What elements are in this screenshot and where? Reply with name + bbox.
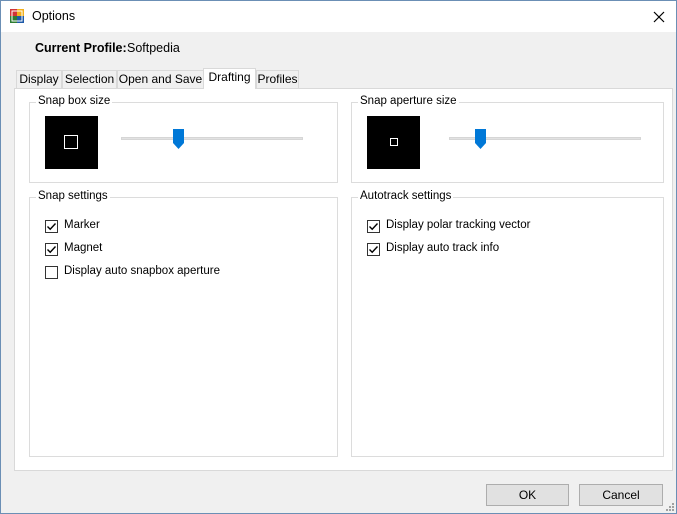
auto-snapbox-aperture-checkbox[interactable] — [45, 266, 58, 279]
drafting-tab-panel: Snap box size Snap aperture size Snap se… — [14, 88, 673, 471]
checkmark-icon — [47, 223, 57, 231]
snap-aperture-slider-thumb[interactable] — [475, 129, 486, 149]
options-window: Options Current Profile: Softpedia Displ… — [0, 0, 677, 514]
snap-aperture-size-title: Snap aperture size — [358, 95, 459, 107]
window-title: Options — [32, 9, 76, 23]
resize-grip-icon[interactable] — [664, 501, 674, 511]
snap-box-slider-track[interactable] — [121, 137, 303, 140]
tab-selection[interactable]: Selection — [62, 70, 117, 88]
current-profile-label: Current Profile: — [35, 41, 127, 55]
options-app-icon — [10, 9, 24, 23]
auto-track-info-checkbox[interactable] — [367, 243, 380, 256]
autotrack-settings-title: Autotrack settings — [358, 190, 454, 202]
polar-tracking-label: Display polar tracking vector — [386, 219, 531, 231]
snap-settings-group: Snap settings Marker Magnet Display auto… — [29, 190, 338, 457]
snap-box-slider-thumb[interactable] — [173, 129, 184, 149]
snap-aperture-marker — [390, 138, 398, 146]
autotrack-settings-group: Autotrack settings Display polar trackin… — [351, 190, 664, 457]
checkmark-icon — [369, 223, 379, 231]
snap-aperture-preview — [367, 116, 420, 169]
snap-box-size-group: Snap box size — [29, 95, 338, 183]
snap-box-marker — [64, 135, 78, 149]
polar-tracking-checkbox[interactable] — [367, 220, 380, 233]
marker-checkbox[interactable] — [45, 220, 58, 233]
close-icon — [653, 11, 665, 22]
auto-track-info-label: Display auto track info — [386, 242, 500, 254]
cancel-button[interactable]: Cancel — [579, 484, 663, 506]
checkmark-icon — [47, 246, 57, 254]
title-bar: Options — [1, 1, 676, 32]
snap-aperture-size-group: Snap aperture size — [351, 95, 664, 183]
magnet-checkbox[interactable] — [45, 243, 58, 256]
tab-display[interactable]: Display — [16, 70, 62, 88]
auto-snapbox-aperture-label: Display auto snapbox aperture — [64, 265, 220, 277]
snap-box-preview — [45, 116, 98, 169]
tab-profiles[interactable]: Profiles — [256, 70, 299, 88]
tab-open-and-save[interactable]: Open and Save — [117, 70, 204, 88]
marker-label: Marker — [64, 219, 100, 231]
checkmark-icon — [369, 246, 379, 254]
snap-box-size-title: Snap box size — [36, 95, 113, 107]
close-button[interactable] — [642, 1, 676, 32]
current-profile-value: Softpedia — [127, 41, 180, 55]
snap-settings-title: Snap settings — [36, 190, 110, 202]
ok-button[interactable]: OK — [486, 484, 569, 506]
tab-drafting[interactable]: Drafting — [203, 68, 256, 89]
magnet-label: Magnet — [64, 242, 103, 254]
